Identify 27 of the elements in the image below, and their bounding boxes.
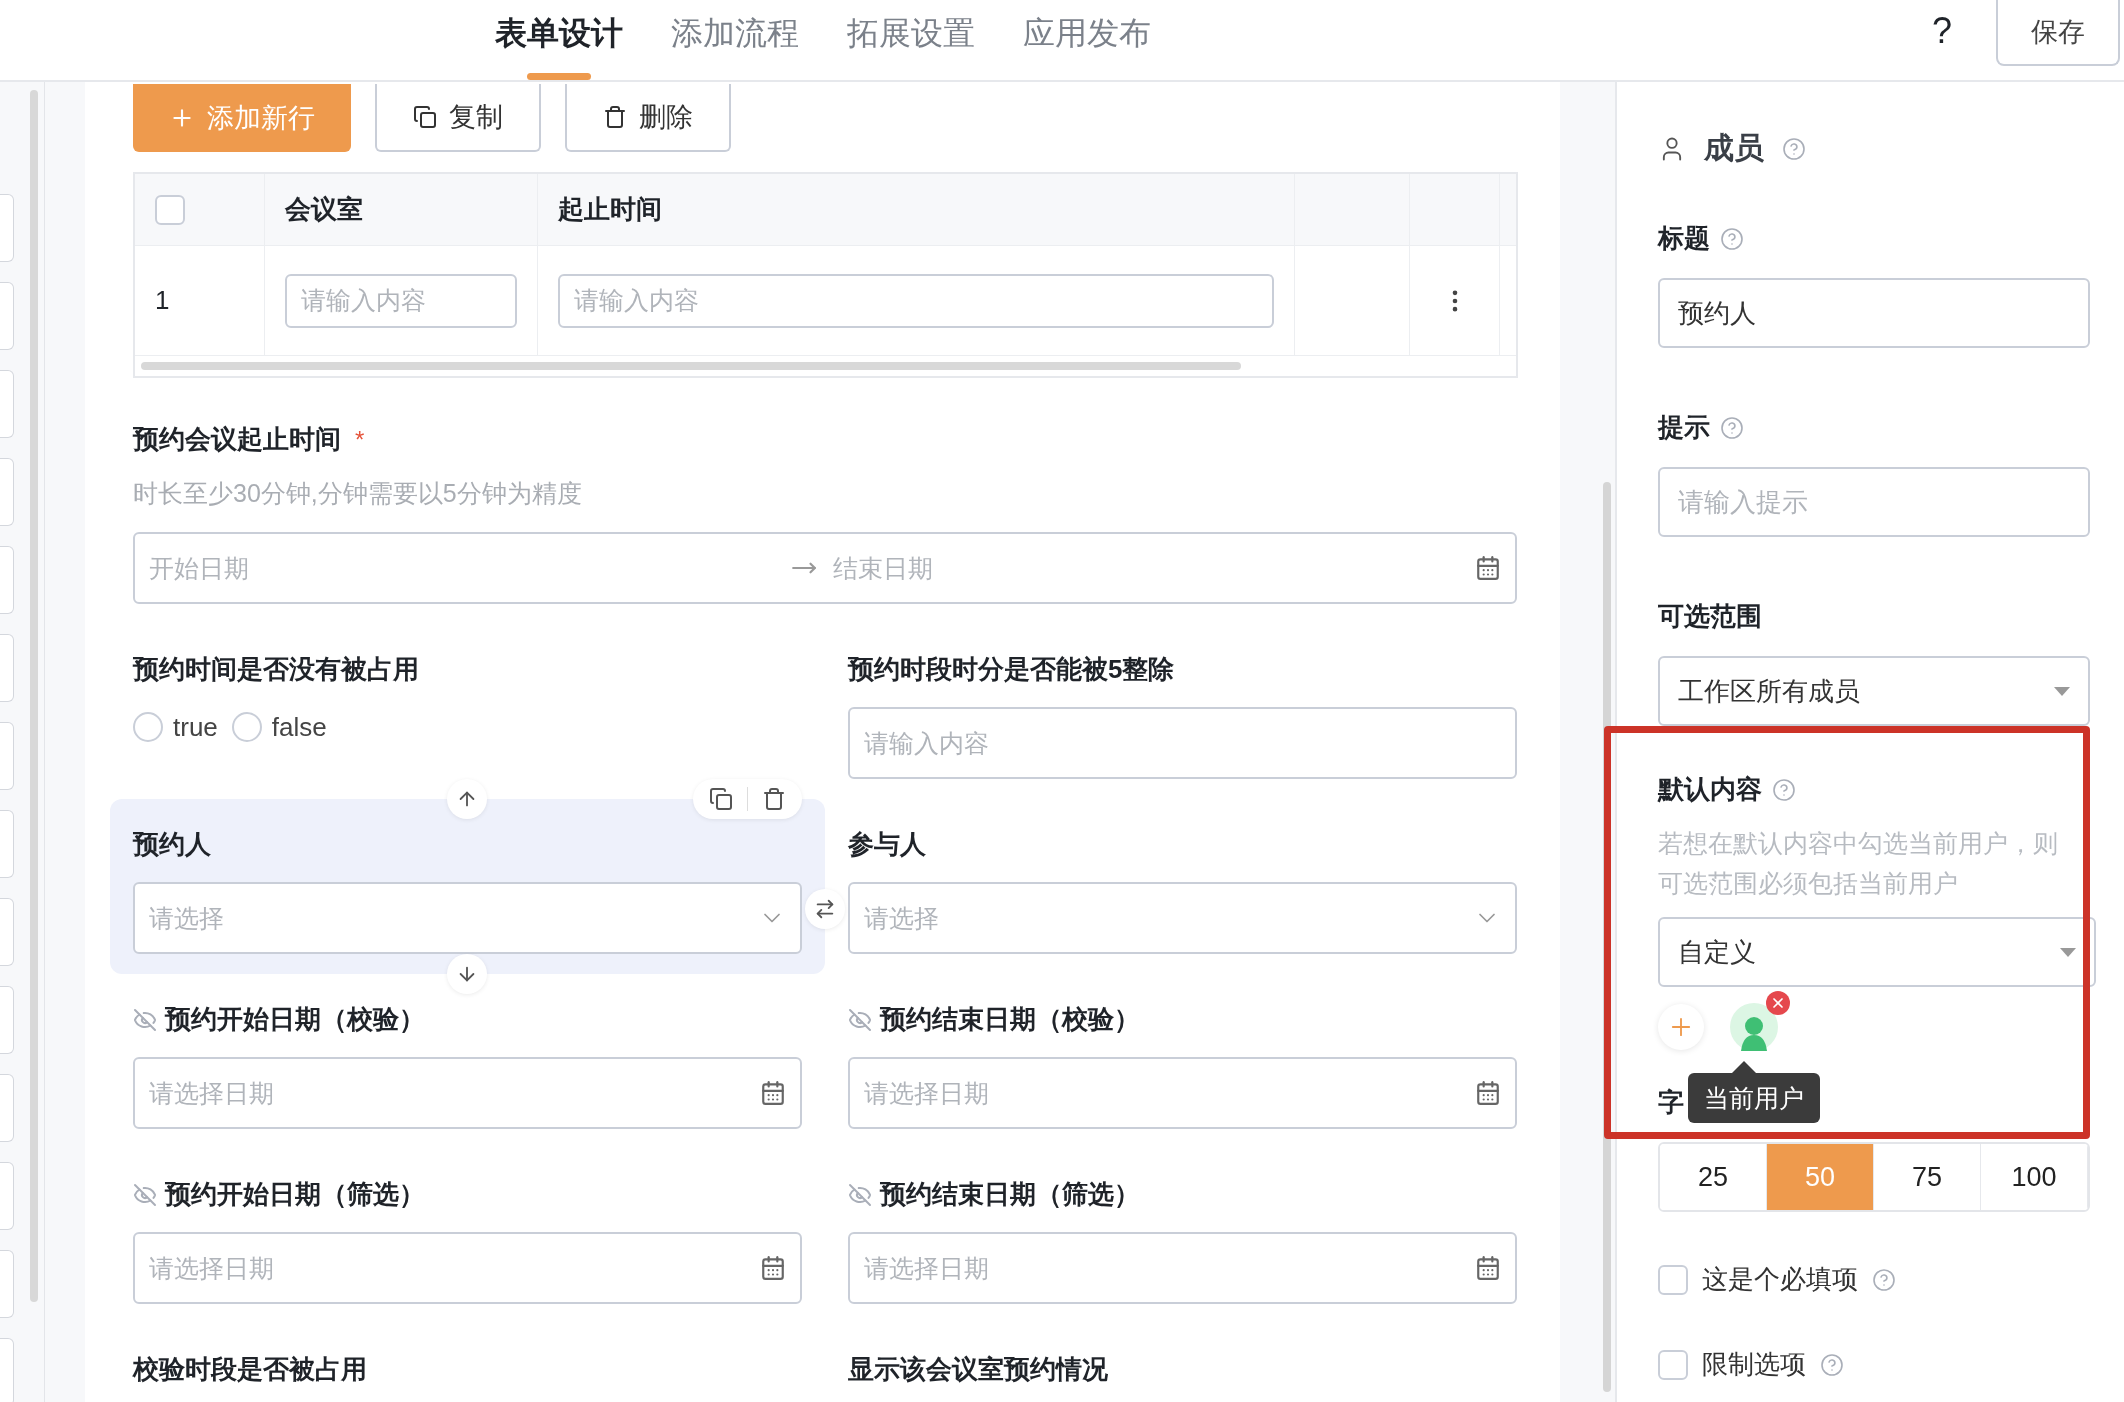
field-label: 预约开始日期（筛选） (165, 1178, 425, 1211)
property-label: 提示 (1658, 411, 1710, 444)
property-label: 默认内容 (1658, 773, 1762, 806)
field-label: 预约结束日期（校验） (880, 1003, 1140, 1036)
field-label: 预约时间是否没有被占用 (133, 653, 419, 686)
property-label: 标题 (1658, 222, 1710, 255)
checkbox-label: 限制选项 (1702, 1348, 1806, 1381)
field-label: 预约开始日期（校验） (165, 1003, 425, 1036)
checkbox-label: 这是个必填项 (1702, 1263, 1858, 1296)
required-mark: * (355, 425, 365, 454)
field-label: 预约会议起止时间 (133, 423, 341, 456)
end-date-placeholder: 结束日期 (833, 552, 934, 584)
property-label: 字 (1658, 1086, 1684, 1119)
field-label: 预约人 (133, 828, 211, 861)
field-label: 参与人 (848, 828, 926, 861)
field-label: 校验时段是否被占用 (133, 1353, 367, 1386)
field-hint: 时长至少30分钟,分钟需要以5分钟为精度 (133, 478, 583, 509)
field-label: 预约时段时分是否能被5整除 (848, 653, 1175, 686)
start-date-placeholder: 开始日期 (149, 552, 250, 584)
field-label: 显示该会议室预约情况 (848, 1353, 1108, 1386)
property-label: 可选范围 (1658, 600, 1762, 633)
column-header: 会议室 (265, 174, 538, 245)
column-header: 起止时间 (538, 174, 1295, 245)
tooltip: 当前用户 (1688, 1073, 1820, 1123)
field-label: 预约结束日期（筛选） (880, 1178, 1140, 1211)
property-hint: 若想在默认内容中勾选当前用户，则可选范围必须包括当前用户 (1658, 828, 2059, 899)
panel-title: 成员 (1704, 130, 1764, 166)
